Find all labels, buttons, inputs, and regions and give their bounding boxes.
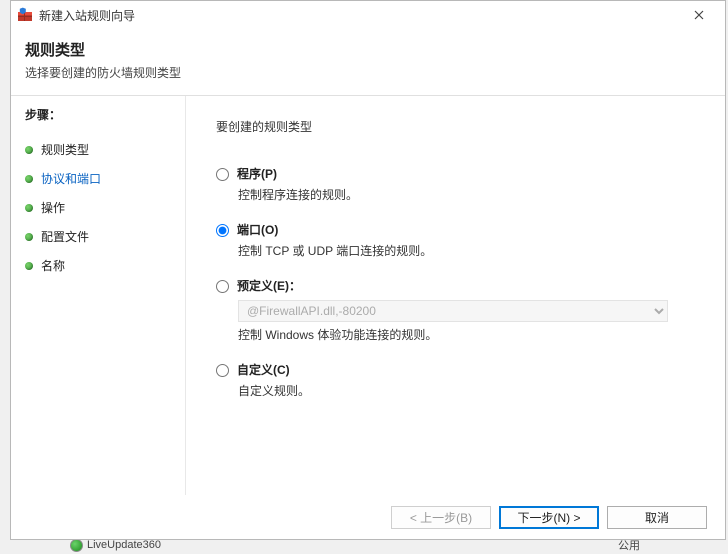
step-action[interactable]: 操作: [25, 193, 179, 222]
next-button[interactable]: 下一步(N) >: [499, 506, 599, 529]
option-desc: 控制 TCP 或 UDP 端口连接的规则。: [238, 242, 695, 259]
content-prompt: 要创建的规则类型: [216, 118, 695, 135]
page-title: 规则类型: [25, 39, 711, 60]
steps-title: 步骤：: [25, 106, 179, 123]
step-protocol-port[interactable]: 协议和端口: [25, 164, 179, 193]
step-label: 规则类型: [41, 141, 89, 158]
firewall-icon: [17, 7, 33, 23]
titlebar: 新建入站规则向导: [11, 1, 725, 29]
step-profile[interactable]: 配置文件: [25, 222, 179, 251]
radio-program[interactable]: [216, 168, 229, 181]
step-label: 名称: [41, 257, 65, 274]
back-button-label: < 上一步(B): [410, 509, 472, 526]
predefined-select: @FirewallAPI.dll,-80200: [238, 300, 668, 322]
option-desc: 控制程序连接的规则。: [238, 186, 695, 203]
option-desc: 自定义规则。: [238, 382, 695, 399]
cancel-button-label: 取消: [645, 509, 669, 526]
bullet-icon: [25, 262, 33, 270]
step-label: 配置文件: [41, 228, 89, 245]
back-button: < 上一步(B): [391, 506, 491, 529]
option-program: 程序(P) 控制程序连接的规则。: [216, 165, 695, 203]
wizard-header: 规则类型 选择要创建的防火墙规则类型: [11, 29, 725, 96]
option-label[interactable]: 程序(P): [237, 165, 277, 182]
radio-predefined[interactable]: [216, 280, 229, 293]
background-row-label: LiveUpdate360: [87, 539, 161, 551]
bullet-icon: [25, 146, 33, 154]
wizard-window: 新建入站规则向导 规则类型 选择要创建的防火墙规则类型 步骤： 规则类型 协议和…: [10, 0, 726, 540]
option-label[interactable]: 端口(O): [237, 221, 278, 238]
step-name[interactable]: 名称: [25, 251, 179, 280]
wizard-footer: < 上一步(B) 下一步(N) > 取消: [11, 495, 725, 539]
cancel-button[interactable]: 取消: [607, 506, 707, 529]
radio-port[interactable]: [216, 224, 229, 237]
option-desc: 控制 Windows 体验功能连接的规则。: [238, 326, 695, 343]
option-label[interactable]: 自定义(C): [237, 361, 290, 378]
close-icon: [694, 10, 704, 20]
option-label[interactable]: 预定义(E)：: [237, 277, 301, 294]
close-button[interactable]: [679, 4, 719, 26]
content-panel: 要创建的规则类型 程序(P) 控制程序连接的规则。 端口(O) 控制 TCP 或…: [186, 96, 725, 495]
bullet-icon: [25, 233, 33, 241]
step-label: 协议和端口: [41, 170, 101, 187]
steps-list: 规则类型 协议和端口 操作 配置文件 名称: [25, 135, 179, 280]
step-label: 操作: [41, 199, 65, 216]
option-port: 端口(O) 控制 TCP 或 UDP 端口连接的规则。: [216, 221, 695, 259]
check-icon: [70, 539, 83, 552]
option-predefined: 预定义(E)： @FirewallAPI.dll,-80200 控制 Windo…: [216, 277, 695, 343]
next-button-label: 下一步(N) >: [517, 509, 580, 526]
wizard-body: 步骤： 规则类型 协议和端口 操作 配置文件: [11, 96, 725, 495]
page-subtitle: 选择要创建的防火墙规则类型: [25, 64, 711, 81]
radio-custom[interactable]: [216, 364, 229, 377]
window-title: 新建入站规则向导: [39, 7, 679, 24]
steps-panel: 步骤： 规则类型 协议和端口 操作 配置文件: [11, 96, 186, 495]
bullet-icon: [25, 204, 33, 212]
step-rule-type[interactable]: 规则类型: [25, 135, 179, 164]
bullet-icon: [25, 175, 33, 183]
option-custom: 自定义(C) 自定义规则。: [216, 361, 695, 399]
